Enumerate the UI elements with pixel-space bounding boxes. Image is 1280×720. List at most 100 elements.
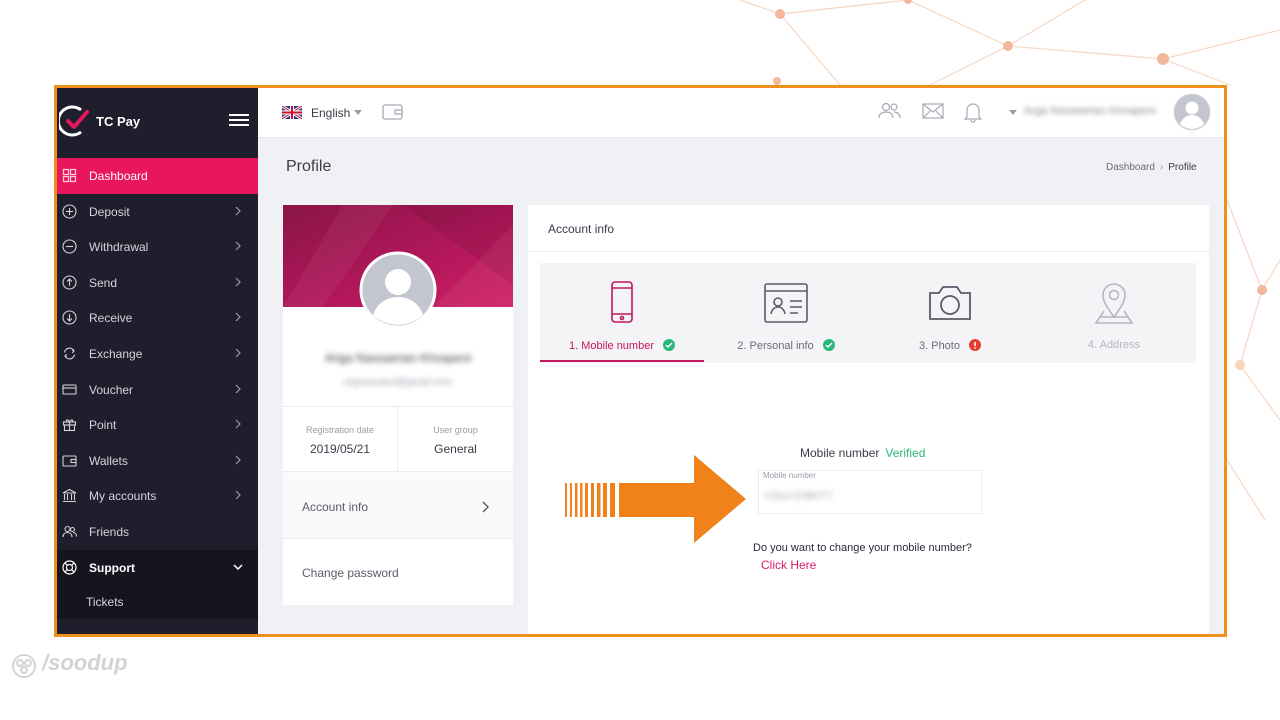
breadcrumb-separator-icon: ›: [1159, 162, 1164, 173]
minus-circle-icon: [62, 239, 77, 254]
sidebar-item-friends[interactable]: Friends: [57, 514, 258, 550]
arrow-up-circle-icon: [62, 275, 77, 290]
sidebar-item-label: Voucher: [89, 382, 134, 397]
profile-stats: Registration date 2019/05/21 User group …: [283, 406, 513, 473]
chevron-right-icon: [235, 490, 241, 500]
chevron-right-icon: [482, 501, 489, 513]
wallet-icon: [62, 455, 77, 467]
avatar[interactable]: [1173, 93, 1211, 131]
account-info-card: Account info 1. Mobile number 2. Persona…: [528, 205, 1209, 634]
sidebar-item-voucher[interactable]: Voucher: [57, 372, 258, 408]
chevron-right-icon: [235, 348, 241, 358]
card-icon: [62, 384, 77, 395]
exchange-icon: [63, 347, 76, 360]
step-label: 3. Photo: [868, 339, 1032, 352]
sidebar-subitem-tickets[interactable]: Tickets: [57, 585, 258, 620]
profile-avatar[interactable]: [359, 251, 437, 329]
mail-icon[interactable]: [921, 101, 945, 121]
breadcrumb: Dashboard › Profile: [1106, 162, 1197, 173]
step-address[interactable]: 4. Address: [1032, 263, 1196, 363]
map-pin-icon: [1094, 283, 1134, 324]
arrow-down-circle-icon: [62, 310, 77, 325]
bank-icon: [62, 489, 77, 503]
topbar: English Arga Nasseerian Khoapeni: [258, 88, 1224, 138]
sidebar-item-label: Send: [89, 275, 118, 290]
step-label: 1. Mobile number: [540, 339, 704, 352]
sidebar-item-point[interactable]: Point: [57, 407, 258, 443]
sidebar-item-support[interactable]: Support: [57, 549, 258, 586]
brand[interactable]: TC Pay: [57, 88, 258, 158]
click-here-link[interactable]: Click Here: [761, 558, 816, 572]
profile-name: Ariga Nassaerian Khoapeni: [324, 351, 472, 365]
divider: [528, 251, 1209, 252]
watermark-logo-icon: [12, 654, 36, 678]
language-selector[interactable]: English: [311, 106, 350, 120]
mobile-heading: Mobile number Verified: [800, 446, 926, 460]
sidebar-item-label: Receive: [89, 311, 133, 326]
step-mobile-number[interactable]: 1. Mobile number: [540, 263, 704, 363]
sidebar-item-withdrawal[interactable]: Withdrawal: [57, 229, 258, 265]
step-photo[interactable]: 3. Photo: [868, 263, 1032, 363]
page-title: Profile: [286, 158, 332, 175]
sidebar-item-label: Exchange: [89, 346, 143, 361]
sidebar-subitem-label: Tickets: [86, 595, 124, 610]
chevron-down-icon: [233, 564, 243, 570]
mobile-number-field[interactable]: Mobile number +2314 6788777: [758, 470, 982, 514]
hamburger-menu-icon[interactable]: [229, 114, 249, 128]
warning-badge-icon: [968, 339, 981, 351]
step-label: 4. Address: [1088, 339, 1140, 351]
sidebar-item-label: My accounts: [89, 489, 157, 504]
chevron-right-icon: [235, 277, 241, 287]
sidebar-item-deposit[interactable]: Deposit: [57, 194, 258, 230]
registration-date: Registration date 2019/05/21: [283, 407, 398, 473]
sidebar-item-label: Dashboard: [89, 169, 148, 183]
account-info-title: Account info: [548, 222, 615, 236]
annotation-arrow: [565, 455, 746, 543]
uk-flag-icon: [282, 106, 302, 119]
brand-name: TC Pay: [96, 114, 141, 129]
camera-icon: [929, 286, 971, 320]
lifebuoy-icon: [62, 559, 77, 575]
tc-pay-logo-icon: [59, 105, 89, 137]
mobile-phone-icon: [611, 281, 633, 323]
verified-status: Verified: [885, 446, 926, 460]
chevron-right-icon: [235, 455, 241, 465]
gift-icon: [62, 419, 77, 432]
sidebar-item-label: Deposit: [89, 204, 130, 219]
user-group-value: General: [434, 442, 477, 456]
user-name[interactable]: Arga Nasseerian Khoapeni: [1024, 105, 1155, 117]
check-badge-icon: [663, 339, 675, 351]
step-personal-info[interactable]: 2. Personal info: [704, 263, 868, 363]
profile-menu-change-password[interactable]: Change password: [283, 539, 513, 605]
mobile-number-field-label: Mobile number: [763, 471, 816, 480]
registration-date-label: Registration date: [305, 425, 375, 435]
sidebar-item-label: Friends: [89, 524, 130, 539]
active-step-underline: [540, 360, 704, 362]
caret-down-icon[interactable]: [1009, 110, 1017, 115]
user-group-label: User group: [433, 425, 478, 435]
chevron-right-icon: [235, 312, 241, 322]
sidebar: TC Pay Dashboard Deposit Withdrawal Send…: [57, 88, 258, 634]
sidebar-item-send[interactable]: Send: [57, 265, 258, 301]
plus-circle-icon: [62, 204, 77, 219]
profile-menu-label: Change password: [302, 566, 399, 580]
wallet-icon[interactable]: [382, 103, 404, 121]
sidebar-item-wallets[interactable]: Wallets: [57, 443, 258, 479]
sidebar-item-receive[interactable]: Receive: [57, 300, 258, 336]
chevron-right-icon: [235, 384, 241, 393]
chevron-right-icon: [235, 419, 241, 429]
breadcrumb-dashboard[interactable]: Dashboard: [1106, 162, 1155, 173]
bell-icon[interactable]: [963, 101, 983, 123]
sidebar-item-dashboard[interactable]: Dashboard: [57, 158, 258, 194]
id-card-icon: [764, 283, 808, 323]
breadcrumb-current: Profile: [1168, 162, 1197, 173]
sidebar-item-label: Point: [89, 418, 117, 433]
sidebar-item-exchange[interactable]: Exchange: [57, 336, 258, 372]
users-icon[interactable]: [877, 101, 903, 121]
profile-menu-account-info[interactable]: Account info: [283, 473, 513, 539]
change-mobile-question: Do you want to change your mobile number…: [753, 542, 972, 554]
caret-down-icon[interactable]: [354, 110, 362, 115]
chevron-right-icon: [235, 206, 241, 216]
sidebar-item-my-accounts[interactable]: My accounts: [57, 478, 258, 514]
sidebar-item-label: Support: [89, 560, 135, 575]
